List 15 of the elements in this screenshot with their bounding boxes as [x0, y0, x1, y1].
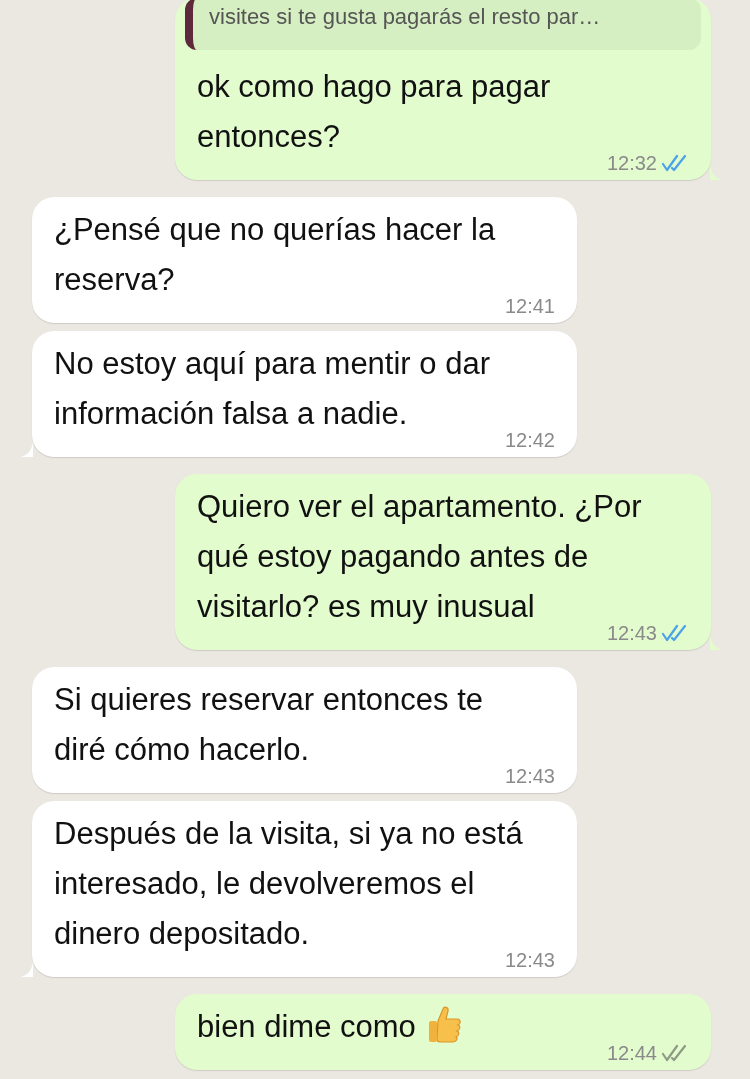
message-time: 12:43 — [504, 765, 555, 787]
message-time: 12:44 — [606, 1042, 657, 1064]
message-text: ok como hago para pagar entonces? — [197, 69, 551, 154]
message-text: bien dime como — [197, 1009, 416, 1044]
message-time: 12:42 — [504, 429, 555, 451]
message-text: Si quieres reservar entonces te diré cómo hacerlo. — [54, 682, 484, 767]
message-text: ¿Pensé que no querías hacer la reserva? — [54, 212, 496, 297]
message-time: 12:41 — [504, 295, 555, 317]
message-time: 12:43 — [504, 949, 555, 971]
message-text: Quiero ver el apartamento. ¿Por qué estoy pagando antes de visitarlo? es muy inusual — [197, 489, 642, 624]
message-time: 12:32 — [606, 152, 657, 174]
message-text: No estoy aquí para mentir o dar información falsa a nadie. — [54, 346, 490, 431]
message-time: 12:43 — [606, 622, 657, 644]
quoted-message: visites si te gusta pagarás el resto par… — [185, 0, 701, 50]
message-text: Después de la visita, si ya no está interesado, le devolveremos el dinero depositado. — [54, 816, 523, 951]
